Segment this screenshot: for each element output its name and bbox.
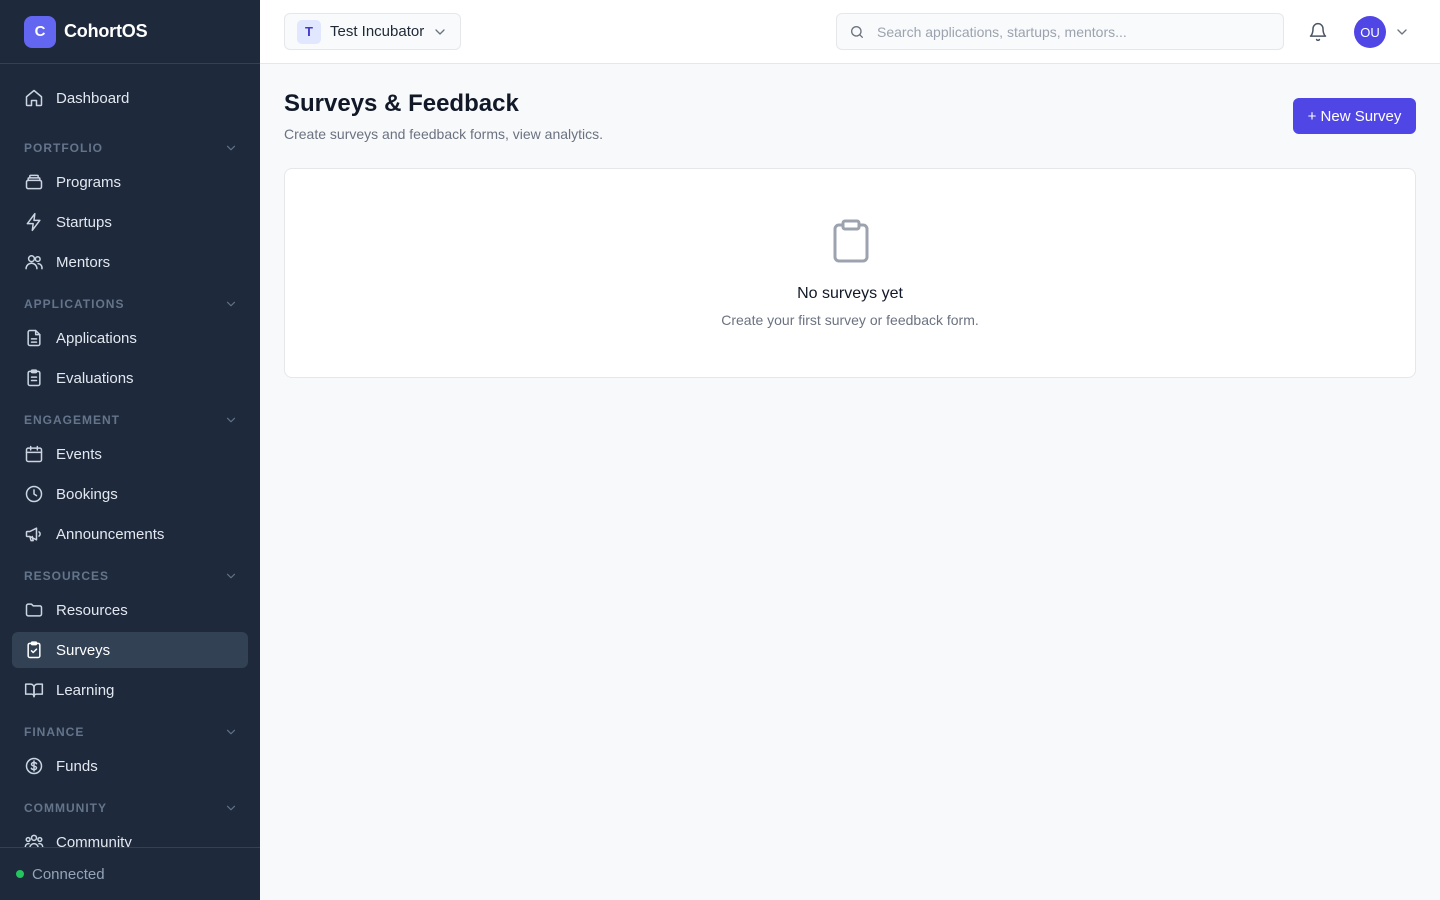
chevron-down-icon [435, 28, 445, 35]
section-label: PORTFOLIO [24, 141, 103, 155]
clipboard-check-icon [27, 641, 41, 659]
chevron-down-icon [226, 805, 236, 811]
clipboard-icon [833, 219, 869, 263]
sidebar-item-announcements[interactable]: Announcements [12, 516, 248, 552]
chevron-down-icon [226, 145, 236, 151]
avatar: OU [1354, 16, 1386, 48]
sidebar-item-evaluations[interactable]: Evaluations [12, 360, 248, 396]
chevron-down-icon [226, 729, 236, 735]
sidebar-item-label: Evaluations [56, 369, 134, 387]
notifications-button[interactable] [1306, 20, 1330, 44]
sidebar-item-bookings[interactable]: Bookings [12, 476, 248, 512]
section-label: COMMUNITY [24, 801, 107, 815]
section-label: FINANCE [24, 725, 85, 739]
sidebar-item-programs[interactable]: Programs [12, 164, 248, 200]
section-label: ENGAGEMENT [24, 413, 121, 427]
new-survey-button[interactable]: + New Survey [1293, 98, 1416, 134]
clock-icon [25, 485, 43, 503]
calendar-icon [25, 445, 43, 463]
group-icon [24, 834, 44, 847]
lightning-icon [26, 212, 41, 232]
section-community[interactable]: COMMUNITY [24, 798, 238, 818]
section-portfolio[interactable]: PORTFOLIO [24, 138, 238, 158]
connection-status: Connected [0, 847, 260, 900]
sidebar-item-label: Community [56, 833, 132, 848]
sidebar-item-label: Events [56, 445, 102, 463]
sidebar-item-community[interactable]: Community [12, 824, 248, 847]
sidebar-item-label: Bookings [56, 485, 118, 503]
top-bar: T Test Incubator OU [260, 0, 1440, 64]
org-name: Test Incubator [330, 23, 425, 40]
sidebar-item-surveys[interactable]: Surveys [12, 632, 248, 668]
search-input[interactable] [877, 23, 1267, 40]
sidebar-item-label: Startups [56, 213, 112, 231]
empty-state-card: No surveys yet Create your first survey … [284, 168, 1416, 378]
user-menu[interactable]: OU [1354, 16, 1410, 48]
empty-state-subtitle: Create your first survey or feedback for… [721, 312, 979, 328]
brand-logo: C [24, 15, 56, 48]
sidebar-item-resources[interactable]: Resources [12, 592, 248, 628]
sidebar-item-label: Announcements [56, 525, 165, 543]
section-label: APPLICATIONS [24, 297, 125, 311]
sidebar-item-mentors[interactable]: Mentors [12, 244, 248, 280]
sidebar-item-label: Dashboard [56, 89, 130, 107]
page-title: Surveys & Feedback [284, 90, 519, 117]
chevron-down-icon [226, 573, 236, 579]
chevron-down-icon [226, 417, 236, 423]
home-icon [25, 89, 43, 107]
search-box [836, 13, 1284, 50]
book-icon [24, 683, 44, 698]
search-icon [851, 25, 863, 38]
status-label: Connected [32, 865, 105, 883]
sidebar: C CohortOS Dashboard PORTFOLIO Programs … [0, 0, 260, 900]
brand-name: CohortOS [64, 21, 148, 41]
sidebar-item-events[interactable]: Events [12, 436, 248, 472]
bell-icon [1309, 22, 1327, 42]
layers-icon [25, 174, 43, 190]
sidebar-item-label: Funds [56, 757, 98, 775]
clipboard-list-icon [27, 369, 41, 387]
sidebar-item-applications[interactable]: Applications [12, 320, 248, 356]
chevron-down-icon [1397, 29, 1407, 35]
folder-icon [25, 603, 43, 617]
sidebar-item-label: Programs [56, 173, 122, 191]
section-engagement[interactable]: ENGAGEMENT [24, 410, 238, 430]
sidebar-nav: Dashboard PORTFOLIO Programs Startups Me… [0, 64, 260, 847]
org-badge: T [297, 19, 321, 44]
sidebar-item-label: Resources [56, 601, 128, 619]
sidebar-item-label: Mentors [56, 253, 111, 271]
sidebar-item-label: Applications [56, 329, 137, 347]
users-icon [25, 255, 43, 270]
sidebar-item-label: Learning [56, 681, 115, 699]
dollar-icon [25, 757, 43, 775]
sidebar-item-label: Surveys [56, 641, 111, 659]
document-icon [27, 329, 41, 347]
sidebar-item-startups[interactable]: Startups [12, 204, 248, 240]
section-label: RESOURCES [24, 569, 110, 583]
status-dot [16, 870, 24, 878]
page-subtitle: Create surveys and feedback forms, view … [284, 126, 604, 142]
section-resources[interactable]: RESOURCES [24, 566, 238, 586]
megaphone-icon [25, 527, 41, 542]
chevron-down-icon [226, 301, 236, 307]
section-applications[interactable]: APPLICATIONS [24, 294, 238, 314]
org-switcher[interactable]: T Test Incubator [284, 13, 461, 50]
sidebar-item-learning[interactable]: Learning [12, 672, 248, 708]
empty-state-title: No surveys yet [797, 285, 903, 302]
sidebar-item-funds[interactable]: Funds [12, 748, 248, 784]
sidebar-item-dashboard[interactable]: Dashboard [12, 80, 248, 116]
brand[interactable]: C CohortOS [0, 0, 260, 64]
section-finance[interactable]: FINANCE [24, 722, 238, 742]
